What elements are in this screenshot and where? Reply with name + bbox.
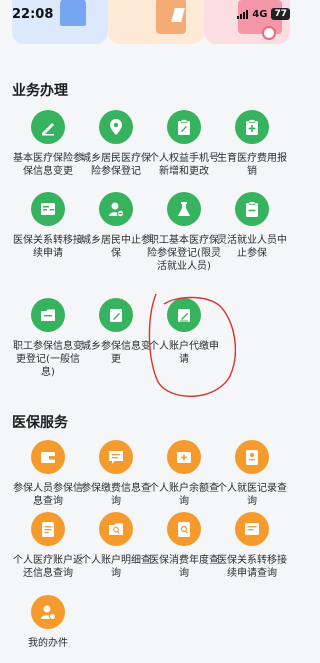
- network-label: 4G: [252, 8, 268, 20]
- service-item[interactable]: 医保关系转移接续申请查询: [212, 512, 292, 580]
- signal-icon: [237, 9, 249, 19]
- transfer-card-icon: [235, 512, 269, 546]
- service-item-label: 医保关系转移接续申请查询: [217, 555, 287, 579]
- wallet-icon: [31, 440, 65, 474]
- business-item[interactable]: 个人账户代缴申请: [144, 298, 224, 366]
- business-item-label: 生育医疗费用报销: [217, 153, 287, 177]
- section-title-service: 医保服务: [12, 415, 68, 431]
- folder-edit-icon: [31, 298, 65, 332]
- status-bar: 22:08 4G 77: [0, 0, 300, 28]
- card-illustration-icon: [262, 26, 276, 40]
- document-icon: [31, 512, 65, 546]
- card-list-icon: [31, 192, 65, 226]
- medical-box-icon: [167, 440, 201, 474]
- status-time: 22:08: [12, 7, 54, 22]
- business-item[interactable]: 生育医疗费用报销: [212, 110, 292, 178]
- search-folder-icon: [99, 512, 133, 546]
- service-item-label: 个人就医记录查询: [217, 483, 287, 507]
- chat-list-icon: [99, 440, 133, 474]
- folder-pen-icon: [99, 298, 133, 332]
- status-indicators: 4G 77: [237, 8, 290, 20]
- business-item-label: 个人账户代缴申请: [149, 341, 219, 365]
- id-card-icon: [235, 440, 269, 474]
- business-item[interactable]: 灵活就业人员中止参保: [212, 192, 292, 260]
- clipboard-minus-icon: [235, 192, 269, 226]
- section-title-business: 业务办理: [12, 83, 68, 99]
- location-pin-icon: [99, 110, 133, 144]
- bill-search-icon: [167, 512, 201, 546]
- service-item-label: 我的办件: [28, 638, 68, 649]
- doc-pen-icon: [167, 298, 201, 332]
- flask-icon: [167, 192, 201, 226]
- user-minus-icon: [99, 192, 133, 226]
- user-gear-icon: [31, 595, 65, 629]
- battery-icon: 77: [271, 8, 290, 20]
- clipboard-edit-icon: [167, 110, 201, 144]
- service-item[interactable]: 我的办件: [8, 595, 88, 650]
- pen-edit-icon: [31, 110, 65, 144]
- clipboard-plus-icon: [235, 110, 269, 144]
- service-item[interactable]: 个人就医记录查询: [212, 440, 292, 508]
- business-item-label: 灵活就业人员中止参保: [217, 235, 287, 259]
